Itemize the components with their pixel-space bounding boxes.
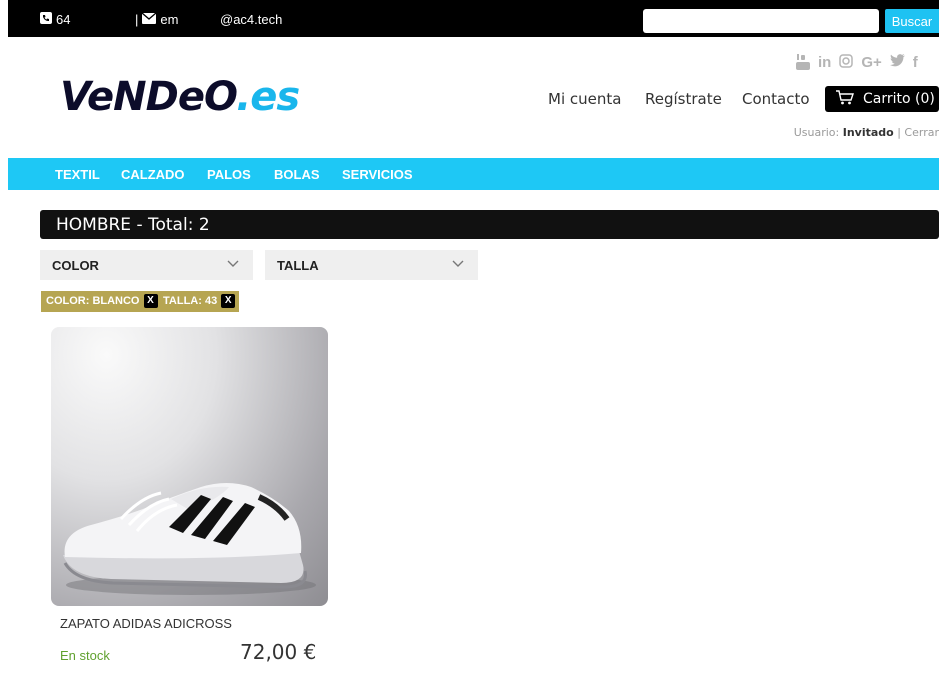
phone-text: 64 — [56, 12, 71, 27]
email-contact: | em — [135, 12, 179, 27]
filter-color[interactable]: COLOR — [40, 250, 253, 280]
shoe-illustration — [63, 483, 316, 595]
linkedin-icon[interactable]: in — [818, 54, 831, 74]
cart-icon — [835, 89, 855, 109]
product-price: 72,00 € — [240, 640, 317, 664]
user-name: Invitado — [842, 126, 894, 139]
stock-status: En stock — [60, 648, 110, 663]
cart-button[interactable]: Carrito (0) — [825, 86, 939, 112]
remove-filter-button[interactable]: X — [143, 294, 158, 308]
phone-contact: 64 — [40, 12, 70, 27]
envelope-icon — [141, 12, 157, 27]
facebook-icon[interactable]: f — [913, 54, 918, 74]
filter-talla-label: TALLA — [277, 258, 319, 273]
nav-my-account[interactable]: Mi cuenta — [548, 90, 621, 108]
category-nav: TEXTIL CALZADO PALOS BOLAS SERVICIOS — [8, 158, 939, 190]
search-button[interactable]: Buscar — [885, 9, 939, 33]
phone-icon — [40, 12, 52, 27]
active-filter-chip: COLOR: BLANCO X — [41, 291, 162, 312]
product-image[interactable] — [51, 327, 328, 606]
instagram-icon[interactable] — [839, 54, 854, 74]
category-bolas[interactable]: BOLAS — [274, 167, 320, 182]
filter-talla[interactable]: TALLA — [265, 250, 478, 280]
product-name[interactable]: ZAPATO ADIDAS ADICROSS — [60, 616, 232, 631]
filter-color-label: COLOR — [52, 258, 99, 273]
nav-register[interactable]: Regístrate — [645, 90, 722, 108]
category-servicios[interactable]: SERVICIOS — [342, 167, 413, 182]
chevron-down-icon — [452, 257, 464, 271]
chip-label: COLOR: BLANCO — [46, 295, 140, 307]
social-links: in G+ f — [796, 54, 918, 74]
listing-title: HOMBRE - Total: 2 — [40, 210, 939, 239]
user-status: Usuario: Invitado | Cerrar — [794, 126, 939, 139]
email-domain: @ac4.tech — [220, 12, 283, 27]
twitter-icon[interactable] — [889, 54, 905, 74]
cart-label: Carrito (0) — [863, 91, 935, 107]
remove-filter-button[interactable]: X — [221, 294, 236, 308]
nav-contact[interactable]: Contacto — [742, 90, 810, 108]
google-plus-icon[interactable]: G+ — [861, 54, 881, 74]
user-separator: | — [893, 126, 905, 139]
logo-main: VeNDeO — [60, 74, 237, 120]
user-prefix: Usuario: — [793, 126, 843, 139]
active-filter-chip: TALLA: 43 X — [158, 291, 240, 312]
category-palos[interactable]: PALOS — [207, 167, 251, 182]
search-input[interactable] — [643, 9, 879, 33]
youtube-icon[interactable] — [796, 54, 810, 74]
category-textil[interactable]: TEXTIL — [55, 167, 100, 182]
category-calzado[interactable]: CALZADO — [121, 167, 185, 182]
site-logo[interactable]: VeNDeO.es — [60, 74, 300, 120]
chevron-down-icon — [227, 257, 239, 271]
chip-label: TALLA: 43 — [163, 295, 218, 307]
logout-link[interactable]: Cerrar — [904, 126, 939, 139]
email-text: em — [160, 12, 179, 27]
logo-suffix: .es — [236, 74, 300, 120]
